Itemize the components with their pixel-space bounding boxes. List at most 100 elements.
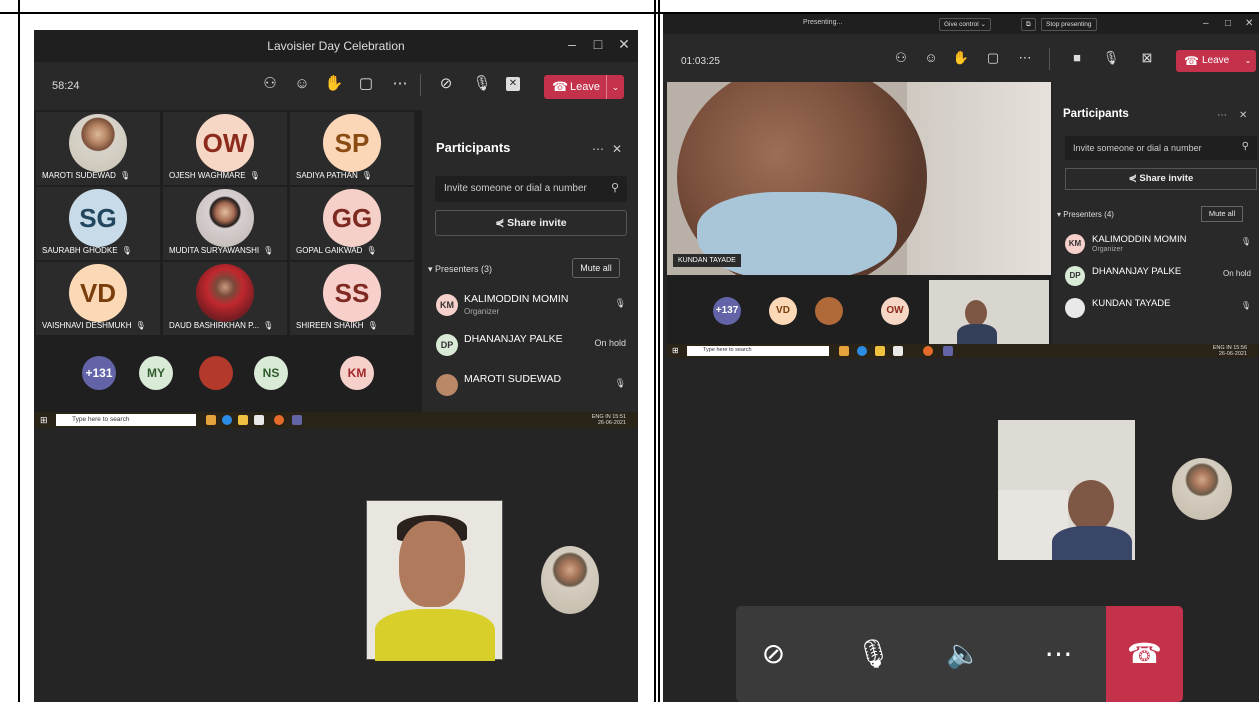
participant-tile[interactable]: GG GOPAL GAIKWAD 🎙 [290,187,414,260]
invite-search-input[interactable]: Invite someone or dial a number ⚲ [435,176,627,202]
participant-tile[interactable]: VD VAISHNAVI DESHMUKH 🎙 [36,262,160,335]
windows-start-icon[interactable]: ⊞ [672,346,679,355]
taskbar-app-icon[interactable] [206,415,216,425]
participant-avatar[interactable]: MY [139,356,173,390]
leave-label: Leave [1202,55,1230,66]
leave-button[interactable]: ☎ Leave ⌄ [1176,50,1256,72]
participant-tile[interactable]: SG SAURABH GHODKE 🎙 [36,187,160,260]
speaker-icon[interactable]: 🔈 [926,606,1001,702]
participant-avatar[interactable]: VD [769,297,797,325]
stop-presenting-button[interactable]: Stop presenting [1041,18,1097,31]
reactions-icon[interactable]: ✋ [951,48,971,68]
participant-name: MAROTI SUDEWAD [42,171,116,180]
participant-tile[interactable]: MUDITA SURYAWANSHI 🎙 [163,187,287,260]
reactions-icon[interactable]: ✋ [324,74,344,94]
close-icon[interactable]: ✕ [614,36,634,53]
mute-all-button[interactable]: Mute all [1201,206,1243,222]
rooms-icon[interactable]: ▢ [356,74,376,94]
more-participants-badge[interactable]: +137 [713,297,741,325]
participant-avatar[interactable]: NS [254,356,288,390]
close-icon[interactable]: ✕ [1245,18,1253,29]
chevron-down-icon[interactable]: ⌄ [606,75,624,99]
end-call-button[interactable]: ☎ [1106,606,1183,702]
more-icon[interactable]: ⋯ [1021,606,1096,702]
maximize-icon[interactable]: □ [1225,18,1231,29]
taskbar-search-input[interactable]: Type here to search [56,414,196,426]
mic-off-icon[interactable]: 🎙 [615,298,626,309]
presenters-section-toggle[interactable]: ▾ Presenters (3) [428,264,492,275]
people-icon[interactable]: ⚇ [891,48,911,68]
video-grid: MAROTI SUDEWAD 🎙 OW OJESH WAGHMARE 🎙 SP SADIYA… [34,110,418,336]
share-invite-button[interactable]: ⋞ Share invite [435,210,627,236]
chat-icon[interactable]: ☺ [292,74,312,94]
participant-list-item[interactable]: MAROTI SUDEWAD 🎙 [436,370,626,404]
participant-avatar[interactable] [199,356,233,390]
mic-off-icon[interactable]: 🎙 [1241,237,1251,246]
mic-off-icon[interactable]: 🎙 [472,74,492,94]
participant-tile[interactable]: SS SHIREEN SHAIKH 🎙 [290,262,414,335]
participant-avatar[interactable]: OW [881,297,909,325]
firefox-icon[interactable] [923,346,933,356]
participant-tile[interactable]: OW OJESH WAGHMARE 🎙 [163,112,287,185]
participant-role: Organizer [1092,246,1123,253]
minimize-icon[interactable]: – [1203,18,1209,29]
folder-icon[interactable] [875,346,885,356]
taskbar-app-icon[interactable] [839,346,849,356]
share-invite-button[interactable]: ⋞ Share invite [1065,168,1257,190]
more-icon[interactable]: ⋯ [390,74,410,94]
share-screen-icon[interactable]: ✕ [506,77,520,91]
more-options-icon[interactable]: ⋯ [592,142,604,156]
participant-list-item[interactable]: KUNDAN TAYADE 🎙 [1065,296,1251,324]
more-participants-badge[interactable]: +131 [82,356,116,390]
teams-icon[interactable] [943,346,953,356]
browser-icon[interactable] [857,346,867,356]
participant-avatar[interactable]: KM [340,356,374,390]
leave-button[interactable]: ☎ Leave ⌄ [544,75,624,99]
close-pane-icon[interactable]: ✕ [1239,110,1247,121]
invite-search-input[interactable]: Invite someone or dial a number ⚲ [1065,136,1257,160]
mic-off-icon[interactable]: 🎙 [836,606,911,702]
more-options-icon[interactable]: ⋯ [1217,110,1227,121]
participant-role: Organizer [464,307,500,316]
participant-tile[interactable]: SP SADIYA PATHAN 🎙 [290,112,414,185]
camera-off-icon[interactable]: ⊘ [736,606,811,702]
pin-icon[interactable]: ⧉ [1021,18,1036,31]
camera-icon[interactable]: ■ [1067,48,1087,68]
participant-name-label: VAISHNAVI DESHMUKH 🎙 [42,321,146,330]
participant-list-item[interactable]: KM KALIMODDIN MOMIN Organizer 🎙 [1065,232,1251,260]
more-icon[interactable]: ⋯ [1015,48,1035,68]
taskbar-search-input[interactable]: Type here to search [687,346,829,356]
people-icon[interactable]: ⚇ [260,74,280,94]
chat-icon[interactable]: ☺ [921,48,941,68]
browser-icon[interactable] [222,415,232,425]
store-icon[interactable] [254,415,264,425]
chevron-down-icon[interactable]: ⌄ [1240,50,1256,72]
camera-off-icon[interactable]: ⊘ [436,74,456,94]
folder-icon[interactable] [238,415,248,425]
close-pane-icon[interactable]: ✕ [612,142,622,156]
windows-start-icon[interactable]: ⊞ [40,415,48,426]
rooms-icon[interactable]: ▢ [983,48,1003,68]
mic-off-icon[interactable]: 🎙 [1241,301,1251,310]
participant-list-item[interactable]: KM KALIMODDIN MOMIN Organizer 🎙 [436,290,626,324]
mute-all-button[interactable]: Mute all [572,258,620,278]
mic-icon[interactable]: 🎙 [1101,48,1121,68]
minimize-icon[interactable]: – [562,36,582,52]
mic-off-icon[interactable]: 🎙 [615,378,626,389]
presenting-bar: Presenting... Give control ⌄ ⧉ Stop pres… [663,14,1259,34]
participant-list-item[interactable]: DP DHANANJAY PALKE On hold [436,330,626,364]
participant-list-item[interactable]: DP DHANANJAY PALKE On hold [1065,264,1251,292]
maximize-icon[interactable]: □ [588,36,608,52]
presenters-section-toggle[interactable]: ▾ Presenters (4) [1057,210,1114,219]
share-screen-icon[interactable]: ⊠ [1137,48,1157,68]
give-control-button[interactable]: Give control ⌄ [939,18,991,31]
teams-icon[interactable] [292,415,302,425]
firefox-icon[interactable] [274,415,284,425]
store-icon[interactable] [893,346,903,356]
shared-screen-area: ⊘ 🎙 🔈 ⋯ ☎ [663,358,1259,702]
participant-name: KALIMODDIN MOMIN [464,293,569,305]
participant-tile[interactable]: DAUD BASHIRKHAN P... 🎙 [163,262,287,335]
presenter-thumbnail[interactable] [929,280,1049,348]
participant-avatar[interactable] [815,297,843,325]
participant-tile[interactable]: MAROTI SUDEWAD 🎙 [36,112,160,185]
